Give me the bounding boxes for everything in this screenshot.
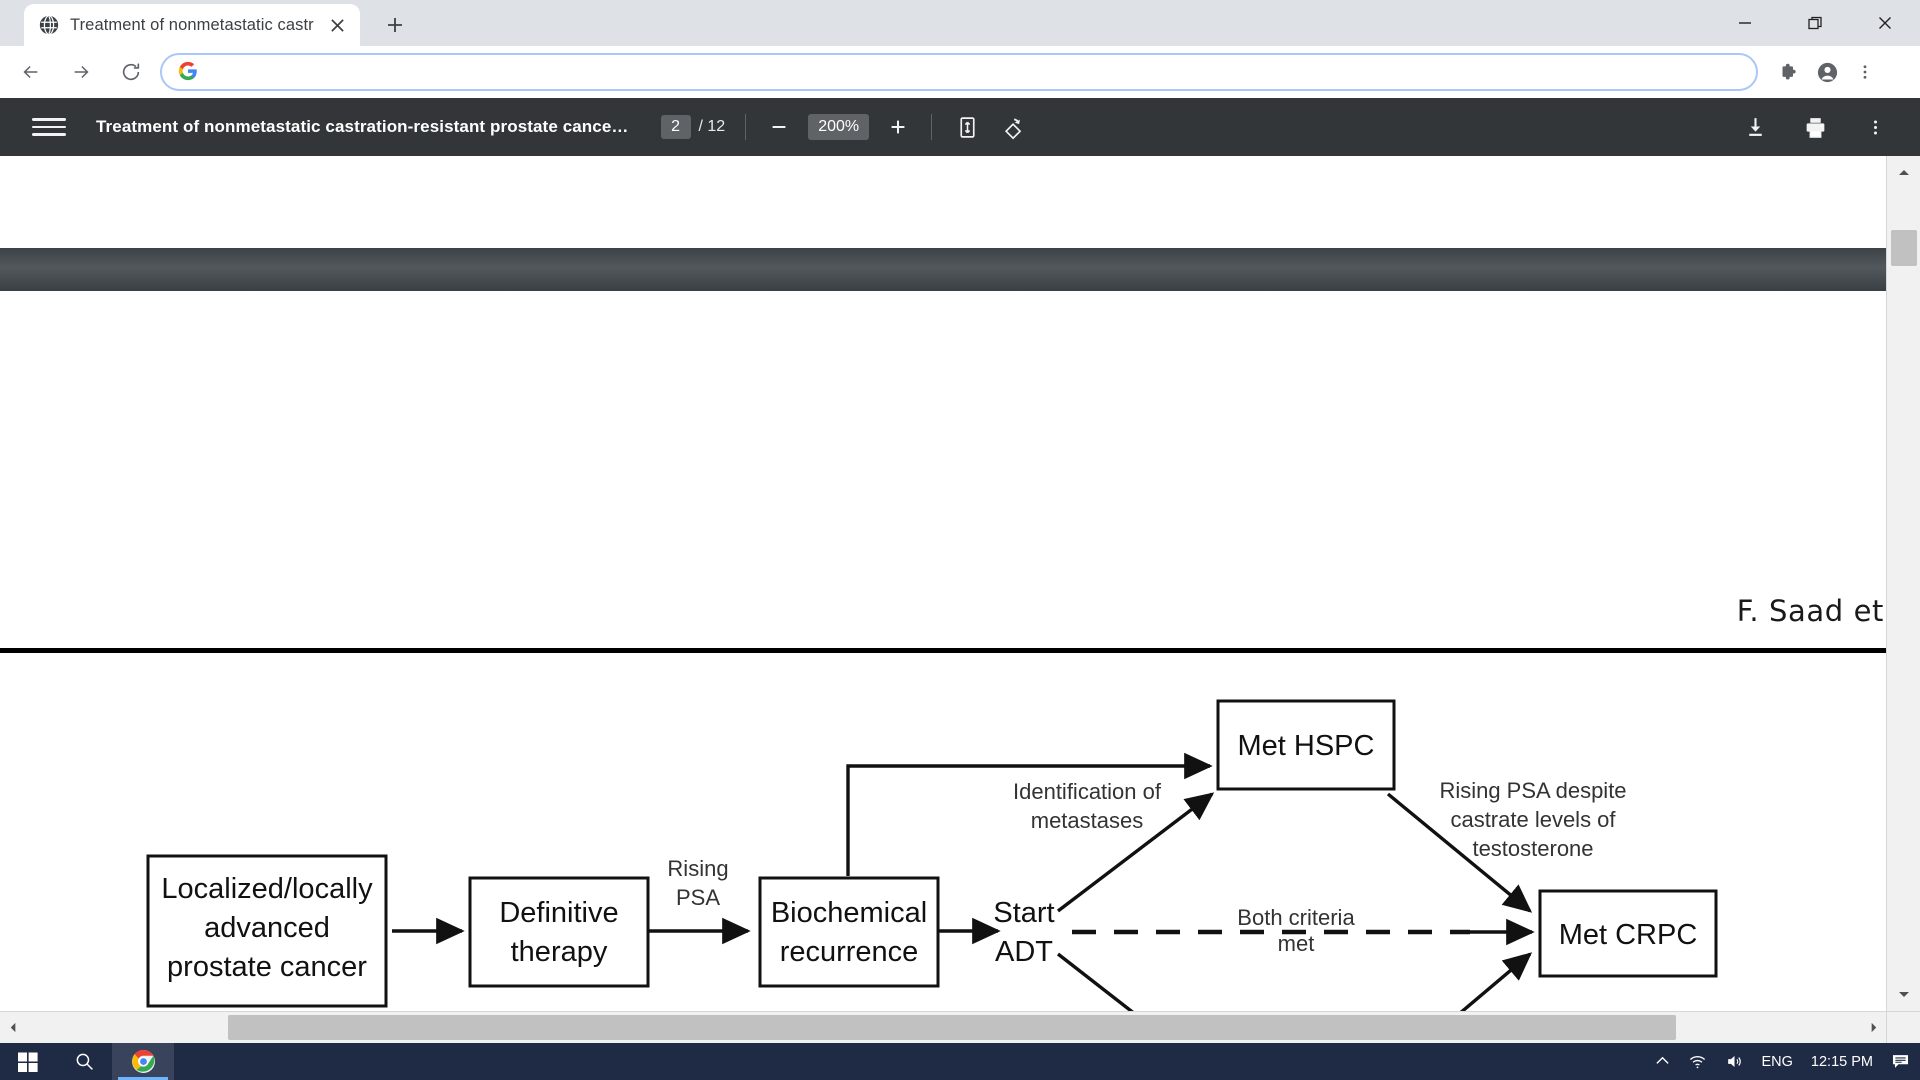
restore-icon[interactable] [1780,0,1850,46]
chevron-right-icon[interactable] [1860,1012,1886,1043]
system-tray: ENG 12:15 PM [1655,1052,1920,1071]
search-icon[interactable] [56,1043,112,1080]
box-label-biochemical-line2: recurrence [780,936,919,968]
pdf-page: F. Saad et Localized/locally advanced pr… [0,156,1886,1043]
page-number-input[interactable]: 2 [660,115,691,139]
page-total-label: / 12 [698,118,726,135]
minimize-icon[interactable] [1710,0,1780,46]
download-icon[interactable] [1740,112,1770,142]
edge-label-identification-top-line1: Identification of [1013,779,1162,804]
box-label-definitive-line2: therapy [511,936,608,968]
pdf-toolbar-actions [1740,112,1920,142]
wifi-icon[interactable] [1688,1052,1707,1071]
puzzle-icon[interactable] [1770,53,1808,91]
edge-label-rising-castrate-top-line3: testosterone [1472,836,1593,861]
reload-icon[interactable] [112,53,150,91]
tab-strip: Treatment of nonmetastatic castr [0,0,1920,46]
zoom-controls: 200% [766,114,911,140]
account-avatar-icon[interactable] [1808,53,1846,91]
toolbar-divider-2 [931,114,933,140]
scrollbar-corner [1886,1011,1920,1043]
three-dot-menu-icon[interactable] [1860,112,1890,142]
edge-label-rising-psa-line1: Rising [667,856,728,881]
box-label-localized-line1: Localized/locally [161,873,373,905]
node-label-start-adt-line2: ADT [995,936,1053,968]
navigation-bar [0,46,1920,98]
page-indicator: 2 / 12 [660,115,726,139]
browser-toolbar-actions [1770,53,1884,91]
arrow-right-icon[interactable] [62,53,100,91]
running-head: F. Saad et [1736,594,1884,628]
chrome-icon[interactable] [112,1043,174,1080]
edge-label-rising-psa-line2: PSA [676,885,720,910]
browser-window: Treatment of nonmetastatic castr Treatme… [0,0,1920,1043]
language-indicator[interactable]: ENG [1762,1054,1793,1070]
three-dot-menu-icon[interactable] [1846,53,1884,91]
window-controls [1710,0,1920,46]
edge-label-rising-castrate-top-line2: castrate levels of [1450,807,1616,832]
chevron-left-icon[interactable] [0,1012,26,1043]
minus-icon[interactable] [766,114,792,140]
notification-icon[interactable] [1891,1052,1910,1071]
arrow-left-icon[interactable] [12,53,50,91]
vertical-scrollbar-thumb[interactable] [1891,230,1917,266]
toolbar-divider [745,114,747,140]
clock[interactable]: 12:15 PM [1811,1054,1873,1070]
print-icon[interactable] [1800,112,1830,142]
box-label-localized-line3: prostate cancer [167,951,367,983]
chevron-down-icon[interactable] [1887,977,1920,1011]
close-icon[interactable] [1850,0,1920,46]
edge-label-both-criteria-line1: Both criteria [1237,905,1355,930]
figure-flow-diagram: Localized/locally advanced prostate canc… [0,666,1886,1043]
chevron-up-icon[interactable] [1887,156,1920,190]
fit-to-page-icon[interactable] [952,112,982,142]
new-tab-button[interactable] [378,10,412,40]
edge-label-identification-top-line2: metastases [1031,808,1144,833]
vertical-scrollbar[interactable] [1886,156,1920,1011]
globe-icon [38,14,60,36]
speaker-icon[interactable] [1725,1052,1744,1071]
edge-label-rising-castrate-top-line1: Rising PSA despite [1439,778,1626,803]
rotate-counterclockwise-icon[interactable] [1002,112,1032,142]
pdf-document-area[interactable]: F. Saad et Localized/locally advanced pr… [0,156,1920,1043]
hamburger-menu-icon[interactable] [32,110,66,144]
windows-start-icon[interactable] [0,1043,56,1080]
windows-taskbar: ENG 12:15 PM [0,1043,1920,1080]
pdf-document-title: Treatment of nonmetastatic castration-re… [96,117,629,136]
box-label-biochemical-line1: Biochemical [771,897,927,929]
box-label-met-hspc: Met HSPC [1238,730,1375,762]
zoom-level-value[interactable]: 200% [808,114,870,140]
chevron-up-icon[interactable] [1655,1054,1670,1069]
box-label-definitive-line1: Definitive [499,897,618,929]
horizontal-scrollbar[interactable] [0,1011,1886,1043]
edge-label-both-criteria-line2: met [1278,931,1315,956]
address-bar[interactable] [160,53,1758,91]
plus-icon[interactable] [885,114,911,140]
close-icon[interactable] [324,12,350,38]
browser-tab[interactable]: Treatment of nonmetastatic castr [24,4,360,46]
tab-title: Treatment of nonmetastatic castr [70,15,314,34]
box-label-localized-line2: advanced [204,912,330,944]
address-input[interactable] [212,63,1740,81]
box-label-met-crpc: Met CRPC [1559,919,1698,951]
page-gray-band [0,248,1886,291]
page-horizontal-rule [0,648,1886,653]
horizontal-scrollbar-thumb[interactable] [228,1015,1676,1040]
pdf-toolbar: Treatment of nonmetastatic castration-re… [0,98,1920,156]
google-g-icon [178,61,200,83]
node-label-start-adt-line1: Start [993,897,1054,929]
